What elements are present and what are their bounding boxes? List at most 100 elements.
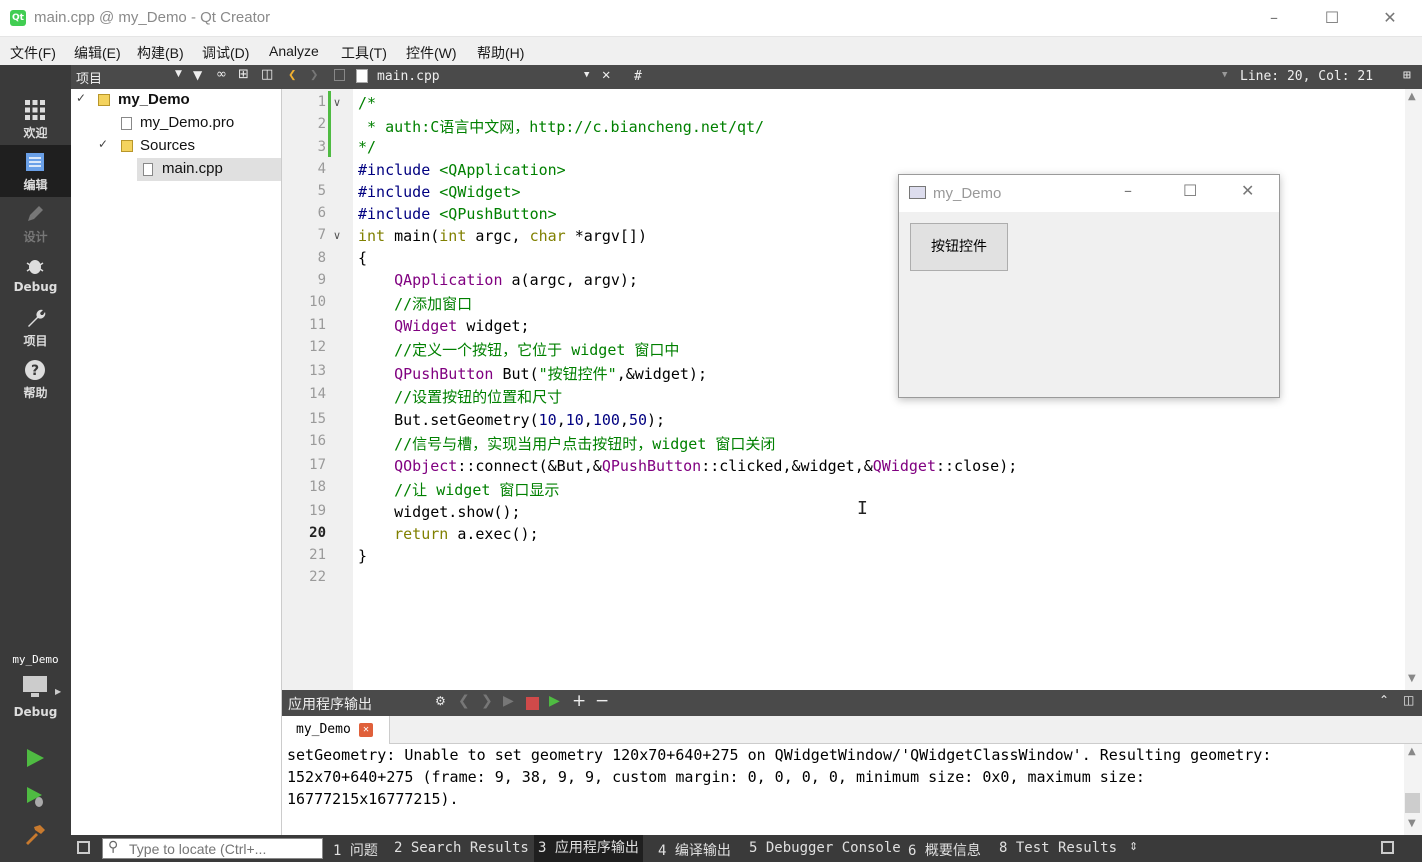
tab-application-output[interactable]: 3 应用程序输出 bbox=[534, 835, 643, 862]
maximize-pane-icon[interactable]: ⌃ bbox=[1379, 693, 1389, 707]
expand-arrow-icon[interactable]: ✓ bbox=[76, 91, 86, 105]
close-document-icon[interactable]: ✕ bbox=[602, 67, 610, 83]
modified-lines-marker bbox=[328, 91, 331, 157]
attach-debugger-icon[interactable]: ▶ bbox=[549, 693, 560, 709]
toggle-sidebar-icon[interactable] bbox=[77, 841, 90, 854]
symbol-dropdown-icon[interactable]: ▼ bbox=[1222, 70, 1227, 80]
menu-tools[interactable]: 工具(T) bbox=[341, 43, 387, 63]
line-number: 6 bbox=[317, 205, 326, 221]
link-icon[interactable]: ∞ bbox=[216, 67, 227, 82]
locator-input[interactable] bbox=[129, 840, 319, 858]
symbol-selector[interactable]: # bbox=[634, 69, 642, 84]
tree-item-main-cpp[interactable]: main.cpp bbox=[137, 158, 281, 181]
scroll-down-icon[interactable]: ▼ bbox=[1408, 818, 1416, 829]
file-dropdown-icon[interactable]: ▼ bbox=[584, 70, 589, 80]
demo-app-window[interactable]: my_Demo – ☐ ✕ 按钮控件 bbox=[898, 174, 1280, 398]
filter-icon[interactable]: ⚙ bbox=[435, 694, 446, 708]
scroll-thumb[interactable] bbox=[1405, 793, 1420, 813]
maximize-button[interactable]: ☐ bbox=[1303, 0, 1361, 36]
line-number: 18 bbox=[309, 479, 326, 495]
mode-projects[interactable]: 项目 bbox=[0, 301, 71, 353]
fold-marker-icon[interactable]: ∨ bbox=[333, 229, 341, 242]
split-editor-icon[interactable]: ⊞ bbox=[1403, 68, 1411, 83]
minimize-button[interactable]: – bbox=[1245, 0, 1303, 36]
stop-icon[interactable] bbox=[526, 697, 539, 710]
mode-edit[interactable]: 编辑 bbox=[0, 145, 71, 197]
editor-scrollbar[interactable]: ▲ ▼ bbox=[1405, 89, 1422, 690]
title-bar: Qt main.cpp @ my_Demo - Qt Creator – ☐ ✕ bbox=[0, 0, 1422, 37]
menu-help[interactable]: 帮助(H) bbox=[477, 43, 524, 63]
menu-edit[interactable]: 编辑(E) bbox=[74, 43, 121, 63]
rerun-icon[interactable]: ▶ bbox=[503, 693, 514, 709]
tab-test-results[interactable]: 8 Test Results bbox=[999, 840, 1117, 856]
output-scrollbar[interactable]: ▲ ▼ bbox=[1404, 744, 1422, 835]
document-icon bbox=[26, 153, 44, 171]
demo-minimize-button[interactable]: – bbox=[1124, 181, 1132, 200]
mode-debug[interactable]: Debug bbox=[0, 249, 71, 301]
previous-icon[interactable]: ❮ bbox=[458, 693, 470, 709]
sources-label: Sources bbox=[140, 137, 196, 154]
more-tabs-icon[interactable]: ⇕ bbox=[1129, 840, 1138, 853]
cpp-file-icon bbox=[143, 163, 153, 176]
output-tab[interactable]: my_Demo ✕ bbox=[282, 716, 390, 744]
locator[interactable]: ⚲ bbox=[102, 838, 323, 859]
demo-window-title: my_Demo bbox=[933, 185, 1002, 202]
forward-icon[interactable]: ❯ bbox=[310, 67, 318, 83]
menu-widgets[interactable]: 控件(W) bbox=[406, 43, 457, 63]
fold-marker-icon[interactable]: ∨ bbox=[333, 96, 341, 109]
close-pane-icon[interactable]: ◫ bbox=[1403, 693, 1414, 707]
menu-analyze[interactable]: Analyze bbox=[269, 43, 319, 59]
svg-text:?: ? bbox=[31, 363, 39, 379]
debug-run-icon[interactable] bbox=[24, 785, 46, 809]
zoom-in-icon[interactable]: + bbox=[572, 691, 586, 711]
chevron-down-icon[interactable]: ▼ bbox=[175, 69, 182, 79]
application-output-text[interactable]: setGeometry: Unable to set geometry 120x… bbox=[282, 744, 1404, 835]
tree-item-project[interactable]: ✓ my_Demo bbox=[71, 89, 281, 112]
close-button[interactable]: ✕ bbox=[1361, 0, 1419, 36]
menu-build[interactable]: 构建(B) bbox=[137, 43, 184, 63]
kit-selector[interactable]: ▶ Debug bbox=[0, 673, 71, 729]
filter-icon[interactable]: ▼ bbox=[193, 68, 202, 82]
back-icon[interactable]: ❮ bbox=[288, 67, 296, 83]
toggle-output-icon[interactable] bbox=[1381, 841, 1394, 854]
line-number: 9 bbox=[317, 272, 326, 288]
mode-label: 设计 bbox=[23, 230, 48, 244]
tab-issues[interactable]: 1 问题 bbox=[333, 840, 378, 860]
next-icon[interactable]: ❯ bbox=[481, 693, 493, 709]
qt-creator-icon: Qt bbox=[10, 10, 26, 26]
output-line: 152x70+640+275 (frame: 9, 38, 9, 9, cust… bbox=[287, 768, 1145, 786]
editor-file-name[interactable]: main.cpp bbox=[377, 69, 440, 84]
tree-item-pro-file[interactable]: my_Demo.pro bbox=[71, 112, 281, 135]
close-tab-icon[interactable]: ✕ bbox=[359, 723, 373, 737]
zoom-out-icon[interactable]: − bbox=[595, 691, 609, 711]
grid-icon bbox=[25, 100, 45, 120]
tab-search-results[interactable]: 2 Search Results bbox=[394, 840, 529, 856]
mode-welcome[interactable]: 欢迎 bbox=[0, 93, 71, 145]
menu-file[interactable]: 文件(F) bbox=[10, 43, 56, 63]
tree-item-sources[interactable]: ✓ Sources bbox=[71, 135, 281, 158]
mode-help[interactable]: ? 帮助 bbox=[0, 353, 71, 405]
menu-debug[interactable]: 调试(D) bbox=[202, 43, 249, 63]
run-icon[interactable] bbox=[24, 747, 46, 769]
tab-general-messages[interactable]: 6 概要信息 bbox=[908, 840, 981, 860]
tab-compile-output[interactable]: 4 编译输出 bbox=[658, 840, 731, 860]
close-pane-icon[interactable]: ◫ bbox=[261, 67, 273, 82]
output-tab-label: my_Demo bbox=[296, 722, 351, 737]
navigator-title[interactable]: 项目 bbox=[76, 68, 102, 87]
output-line: 16777215x16777215). bbox=[287, 790, 459, 808]
mode-design[interactable]: 设计 bbox=[0, 197, 71, 249]
scroll-up-icon[interactable]: ▲ bbox=[1408, 91, 1416, 102]
demo-push-button[interactable]: 按钮控件 bbox=[910, 223, 1008, 271]
expand-arrow-icon[interactable]: ✓ bbox=[98, 137, 108, 151]
cursor-position[interactable]: Line: 20, Col: 21 bbox=[1240, 69, 1373, 84]
line-number: 2 bbox=[317, 116, 326, 132]
line-number: 19 bbox=[309, 503, 326, 519]
scroll-up-icon[interactable]: ▲ bbox=[1408, 746, 1416, 757]
demo-close-button[interactable]: ✕ bbox=[1241, 181, 1254, 200]
scroll-down-icon[interactable]: ▼ bbox=[1408, 673, 1416, 684]
tab-debugger-console[interactable]: 5 Debugger Console bbox=[749, 840, 901, 856]
demo-maximize-button[interactable]: ☐ bbox=[1183, 181, 1197, 200]
kit-arrow-icon: ▶ bbox=[55, 687, 62, 696]
split-icon[interactable]: ⊞ bbox=[238, 67, 249, 82]
build-hammer-icon[interactable] bbox=[24, 823, 46, 845]
